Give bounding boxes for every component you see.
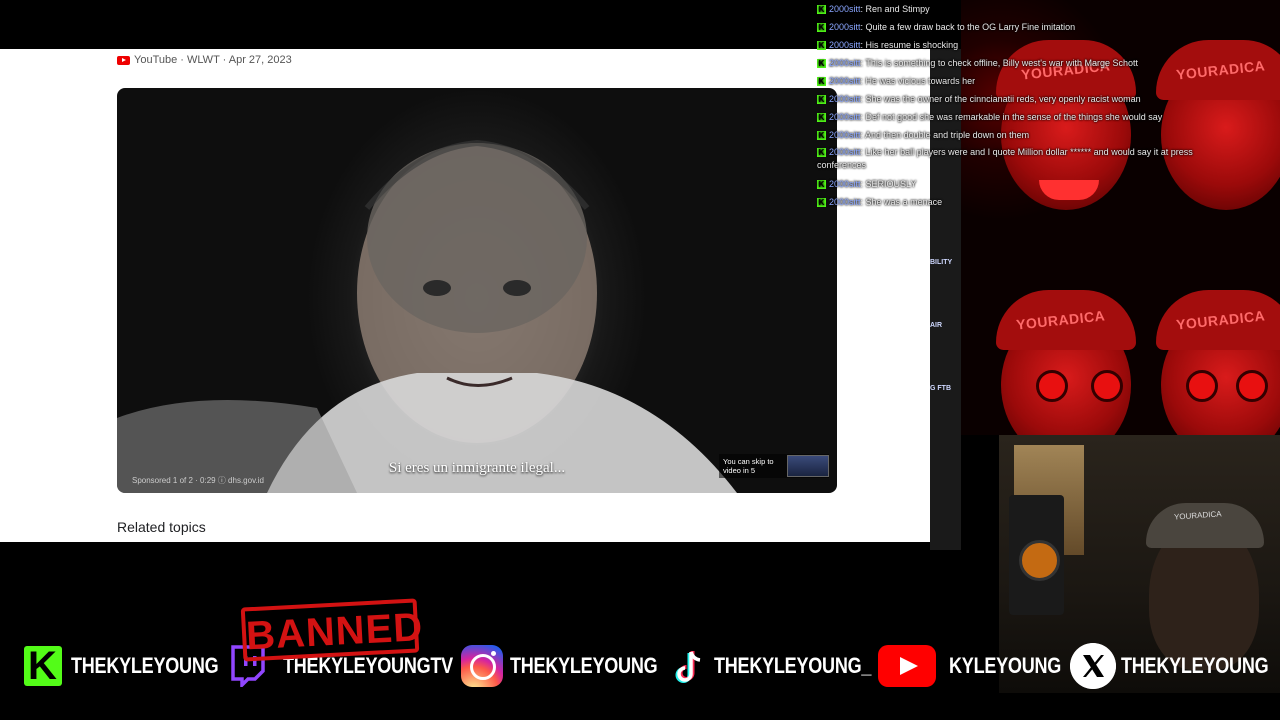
chat-text: And then double and triple down on them bbox=[865, 130, 1030, 140]
mascot-eye bbox=[1036, 370, 1068, 402]
chat-message: K 2000sitt: And then double and triple do… bbox=[817, 130, 1030, 141]
kick-badge-icon: K bbox=[817, 180, 826, 190]
chat-message: K 2000sitt: His resume is shocking bbox=[817, 40, 959, 51]
youtube-icon bbox=[878, 645, 936, 687]
chat-message: K 2000sitt: Quite a few draw back to the … bbox=[817, 22, 1076, 33]
chat-text: SERIOUSLY bbox=[865, 179, 917, 189]
social-kick-handle: THEKYLEYOUNG bbox=[71, 653, 219, 678]
kick-badge-icon: K bbox=[817, 148, 826, 158]
social-tiktok[interactable]: THEKYLEYOUNG_ bbox=[673, 640, 906, 692]
chat-username[interactable]: 2000sitt bbox=[829, 130, 861, 140]
mascot-eye bbox=[1236, 370, 1268, 402]
video-source-text: YouTube · WLWT · Apr 27, 2023 bbox=[134, 54, 292, 66]
chat-text: Ren and Stimpy bbox=[865, 4, 930, 14]
social-x-handle: THEKYLEYOUNG bbox=[1121, 653, 1269, 678]
social-youtube[interactable]: KYLEYOUNG bbox=[878, 640, 1086, 692]
webcam-speaker bbox=[1009, 495, 1064, 615]
chat-message: K 2000sitt: SERIOUSLY bbox=[817, 179, 917, 190]
kick-badge-icon: K bbox=[817, 23, 826, 33]
instagram-icon bbox=[461, 645, 503, 687]
video-player[interactable]: Si eres un inmigrante ilegal... Sponsore… bbox=[117, 88, 837, 493]
social-x[interactable]: THEKYLEYOUNG bbox=[1070, 640, 1280, 692]
chat-username[interactable]: 2000sitt bbox=[829, 4, 861, 14]
kick-badge-icon: K bbox=[817, 5, 826, 15]
chat-username[interactable]: 2000sitt bbox=[829, 112, 861, 122]
kick-badge-icon: K bbox=[817, 113, 826, 123]
skip-ad-thumbnail bbox=[787, 455, 829, 477]
related-topics-heading: Related topics bbox=[117, 519, 206, 535]
social-instagram[interactable]: THEKYLEYOUNG bbox=[461, 640, 690, 692]
side-label: G FTB bbox=[930, 385, 951, 392]
chat-text: Quite a few draw back to the OG Larry Fi… bbox=[865, 22, 1076, 32]
chat-username[interactable]: 2000sitt bbox=[829, 179, 861, 189]
chat-message: K 2000sitt: She was the owner of the cinn… bbox=[817, 94, 1141, 105]
kick-badge-icon: K bbox=[817, 41, 826, 51]
banned-stamp: BANNED bbox=[240, 598, 424, 662]
kick-badge-icon: K bbox=[817, 77, 826, 87]
chat-username[interactable]: 2000sitt bbox=[829, 22, 861, 32]
browser-page: YouTube · WLWT · Apr 27, 2023 Si eres un… bbox=[0, 49, 930, 542]
kick-badge-icon: K bbox=[817, 59, 826, 69]
chat-message: K 2000sitt: Def not good she was remarkab… bbox=[817, 112, 1163, 123]
chat-text: He was vicious towards her bbox=[865, 76, 976, 86]
chat-username[interactable]: 2000sitt bbox=[829, 58, 861, 68]
chat-username[interactable]: 2000sitt bbox=[829, 40, 861, 50]
social-youtube-handle: KYLEYOUNG bbox=[949, 653, 1062, 678]
chat-text: His resume is shocking bbox=[865, 40, 959, 50]
skip-ad-button[interactable]: You can skip to video in 5 bbox=[719, 454, 829, 478]
chat-text: This is something to check offline, Bill… bbox=[865, 58, 1139, 68]
kick-badge-icon: K bbox=[817, 131, 826, 141]
chat-message: K 2000sitt: He was vicious towards her bbox=[817, 76, 976, 87]
chat-text: She was a menace bbox=[865, 197, 943, 207]
chat-message: K 2000sitt: This is something to check of… bbox=[817, 58, 1139, 69]
side-label: AIR bbox=[930, 322, 943, 329]
chat-text: Like her ball players were and I quote M… bbox=[817, 147, 1193, 170]
social-tiktok-handle: THEKYLEYOUNG_ bbox=[714, 653, 872, 678]
chat-text: She was the owner of the cinncianatii re… bbox=[865, 94, 1141, 104]
video-frame-image bbox=[117, 139, 737, 493]
side-label: BILITY bbox=[930, 259, 953, 266]
chat-username[interactable]: 2000sitt bbox=[829, 94, 861, 104]
kick-icon bbox=[24, 646, 62, 686]
kick-badge-icon: K bbox=[817, 95, 826, 105]
chat-username[interactable]: 2000sitt bbox=[829, 76, 861, 86]
chat-overlay: K 2000sitt: Ren and Stimpy K 2000sitt: Qui… bbox=[817, 0, 1237, 211]
chat-message: K 2000sitt: Ren and Stimpy bbox=[817, 4, 930, 15]
chat-message: K 2000sitt: She was a menace bbox=[817, 197, 943, 208]
video-source-line[interactable]: YouTube · WLWT · Apr 27, 2023 bbox=[117, 54, 292, 66]
mascot-eye bbox=[1186, 370, 1218, 402]
social-links-bar: THEKYLEYOUNG THEKYLEYOUNGTV THEKYLEYOUNG… bbox=[0, 640, 1280, 692]
tiktok-icon bbox=[675, 651, 701, 683]
mascot-eye bbox=[1091, 370, 1123, 402]
kick-badge-icon: K bbox=[817, 198, 826, 208]
chat-message: K 2000sitt: Like her ball players were an… bbox=[817, 147, 1193, 170]
youtube-mini-icon bbox=[117, 55, 130, 65]
social-kick[interactable]: THEKYLEYOUNG bbox=[24, 640, 251, 692]
x-icon bbox=[1070, 643, 1116, 689]
chat-username[interactable]: 2000sitt bbox=[829, 147, 861, 157]
social-instagram-handle: THEKYLEYOUNG bbox=[510, 653, 658, 678]
skip-ad-text: You can skip to video in 5 bbox=[723, 457, 774, 475]
chat-text: Def not good she was remarkable in the s… bbox=[865, 112, 1163, 122]
sponsored-label: Sponsored 1 of 2 · 0:29 ⓘ dhs.gov.id bbox=[132, 476, 264, 485]
chat-username[interactable]: 2000sitt bbox=[829, 197, 861, 207]
